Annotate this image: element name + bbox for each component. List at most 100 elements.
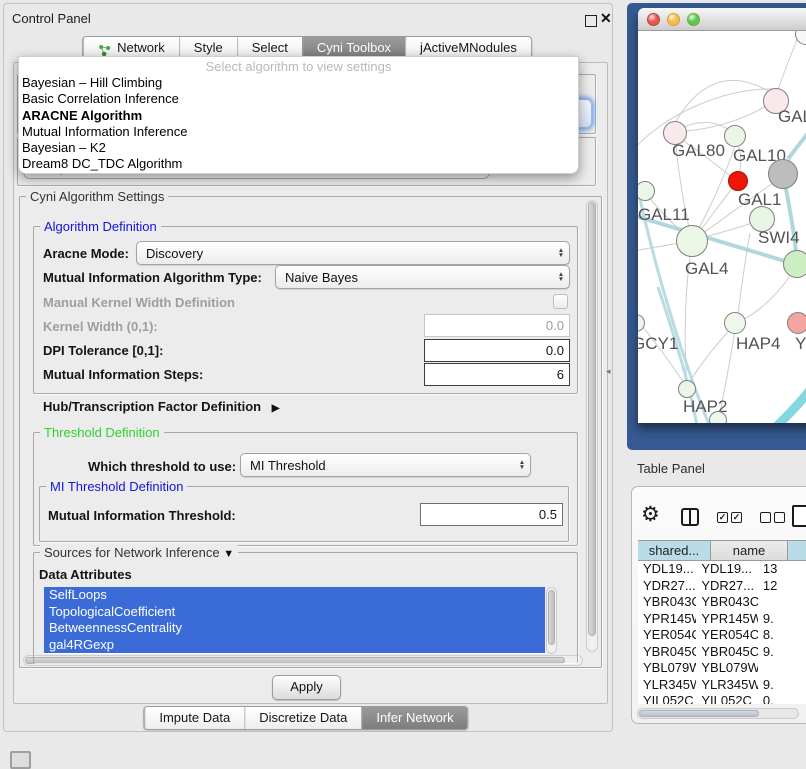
select-all-checkbox-icon[interactable]: ✓ xyxy=(731,512,742,523)
hub-definition-expander[interactable]: Hub/Transcription Factor Definition ▶ xyxy=(43,399,279,414)
network-node-label: HAP4 xyxy=(736,334,780,354)
table-column-header[interactable]: A xyxy=(788,540,806,561)
table-cell: 13 xyxy=(758,561,806,578)
network-node[interactable] xyxy=(768,159,798,189)
minimize-traffic-light-icon[interactable] xyxy=(667,13,680,26)
table-cell: YBR043C xyxy=(638,594,696,611)
list-item[interactable]: TopologicalCoefficient xyxy=(44,604,545,621)
network-node[interactable] xyxy=(709,411,727,423)
dropdown-item[interactable]: Bayesian – K2 xyxy=(19,140,578,156)
table-row[interactable]: YIL052C YIL052C 0. xyxy=(638,693,806,704)
zoom-traffic-light-icon[interactable] xyxy=(687,13,700,26)
dropdown-item[interactable]: Bayesian – Hill Climbing xyxy=(19,75,578,91)
table-cell: YBL079W xyxy=(638,660,696,677)
float-window-icon[interactable] xyxy=(585,15,597,27)
network-node[interactable] xyxy=(728,171,748,191)
network-node[interactable] xyxy=(724,312,746,334)
collapse-down-icon[interactable]: ▼ xyxy=(223,548,234,560)
table-cell: YBR045C xyxy=(696,644,758,661)
tab[interactable]: Discretize Data xyxy=(244,707,361,729)
list-vertical-scrollbar-thumb[interactable] xyxy=(548,590,555,645)
table-cell xyxy=(758,594,806,611)
mi-steps-field[interactable]: 6 xyxy=(424,363,570,386)
which-threshold-combobox[interactable]: MI Threshold ▲▼ xyxy=(240,453,531,477)
network-canvas[interactable]: GAL GAL80 GAL10 xyxy=(638,31,806,423)
table-cell: 0. xyxy=(758,693,806,704)
table-cell: YIL052C xyxy=(638,693,696,704)
table-cell: 9. xyxy=(758,611,806,628)
table-horizontal-scrollbar[interactable] xyxy=(637,708,799,719)
table-row[interactable]: YBR045C YBR045C 9. xyxy=(638,644,806,661)
apply-button[interactable]: Apply xyxy=(272,675,341,700)
deselect-all-checkbox-icon[interactable] xyxy=(760,512,771,523)
list-vertical-scrollbar[interactable] xyxy=(546,587,557,654)
table-row[interactable]: YER054C YER054C 8. xyxy=(638,627,806,644)
data-attributes-label: Data Attributes xyxy=(39,567,132,582)
list-item[interactable]: SelfLoops xyxy=(44,587,545,604)
table-cell: YDR27... xyxy=(638,578,696,595)
dpi-tolerance-field[interactable]: 0.0 xyxy=(424,339,570,362)
table-row[interactable]: YLR345W YLR345W 9. xyxy=(638,677,806,694)
mi-threshold-field[interactable]: 0.5 xyxy=(420,503,563,526)
manual-kernel-checkbox[interactable] xyxy=(553,294,568,309)
combo-stepper-icon: ▲▼ xyxy=(553,248,569,258)
kernel-width-field[interactable]: 0.0 xyxy=(424,314,570,337)
dropdown-item[interactable]: Mutual Information Inference xyxy=(19,124,578,140)
deselect-all-checkbox-icon[interactable] xyxy=(774,512,785,523)
select-all-checkbox-icon[interactable]: ✓ xyxy=(717,512,728,523)
table-column-header[interactable]: name xyxy=(711,540,788,561)
table-cell: YBR045C xyxy=(638,644,696,661)
network-node[interactable] xyxy=(678,380,696,398)
tab-label: Discretize Data xyxy=(259,707,347,729)
column-layout-icon[interactable] xyxy=(681,508,699,526)
dropdown-item-list: Bayesian – Hill Climbing Basic Correlati… xyxy=(19,75,578,173)
network-node[interactable] xyxy=(787,312,806,334)
list-item[interactable]: BetweennessCentrality xyxy=(44,620,545,637)
table-column-header[interactable]: shared... xyxy=(638,540,711,561)
tab[interactable]: Impute Data xyxy=(144,707,244,729)
splitter-collapse-icon[interactable]: ◂ xyxy=(606,366,611,377)
table-cell: YER054C xyxy=(638,627,696,644)
table-row[interactable]: YBL079W YBL079W xyxy=(638,660,806,677)
corner-chip-icon[interactable] xyxy=(10,751,31,769)
table-cell: YDL19... xyxy=(696,561,758,578)
settings-vertical-scrollbar-thumb[interactable] xyxy=(588,202,596,636)
network-node[interactable] xyxy=(783,250,806,278)
table-horizontal-scrollbar-thumb[interactable] xyxy=(639,710,759,717)
network-node[interactable] xyxy=(724,125,746,147)
network-window-titlebar[interactable] xyxy=(638,8,806,31)
list-item[interactable]: gal4RGexp xyxy=(44,637,545,654)
expand-right-icon[interactable]: ▶ xyxy=(272,403,280,414)
table-cell: YDR27... xyxy=(696,578,758,595)
table-cell: YBL079W xyxy=(696,660,758,677)
network-node-label: GAL4 xyxy=(685,259,728,279)
table-row[interactable]: YDR27... YDR27... 12 xyxy=(638,578,806,595)
export-table-icon[interactable] xyxy=(792,505,806,527)
close-icon[interactable]: ✕ xyxy=(600,10,612,27)
mi-type-label: Mutual Information Algorithm Type: xyxy=(43,270,262,285)
close-traffic-light-icon[interactable] xyxy=(647,13,660,26)
tab[interactable]: Infer Network xyxy=(361,707,467,729)
mi-steps-label: Mutual Information Steps: xyxy=(43,367,203,382)
dropdown-item[interactable]: Basic Correlation Inference xyxy=(19,91,578,107)
network-window[interactable]: GAL GAL80 GAL10 xyxy=(638,8,806,423)
data-attributes-list[interactable]: SelfLoops TopologicalCoefficient Between… xyxy=(44,587,545,654)
table-cell: 8. xyxy=(758,627,806,644)
table-cell: 9. xyxy=(758,677,806,694)
table-row[interactable]: YPR145W YPR145W 9. xyxy=(638,611,806,628)
gear-icon[interactable]: ⚙ xyxy=(641,504,660,525)
control-panel-title: Control Panel xyxy=(12,11,91,26)
algorithm-definition-title: Algorithm Definition xyxy=(40,219,161,234)
table-row[interactable]: YBR043C YBR043C xyxy=(638,594,806,611)
aracne-mode-combobox[interactable]: Discovery ▲▼ xyxy=(136,241,570,265)
table-cell: YER054C xyxy=(696,627,758,644)
network-node[interactable] xyxy=(676,225,708,257)
mi-type-combobox[interactable]: Naive Bayes ▲▼ xyxy=(275,265,570,289)
dropdown-item[interactable]: ARACNE Algorithm xyxy=(19,108,578,124)
settings-vertical-scrollbar[interactable] xyxy=(586,200,598,652)
dropdown-item[interactable]: Dream8 DC_TDC Algorithm xyxy=(19,156,578,172)
sources-group-title[interactable]: Sources for Network Inference ▼ xyxy=(40,545,238,560)
network-tab-icon xyxy=(98,42,111,55)
table-cell: 12 xyxy=(758,578,806,595)
table-row[interactable]: YDL19... YDL19... 13 xyxy=(638,561,806,578)
